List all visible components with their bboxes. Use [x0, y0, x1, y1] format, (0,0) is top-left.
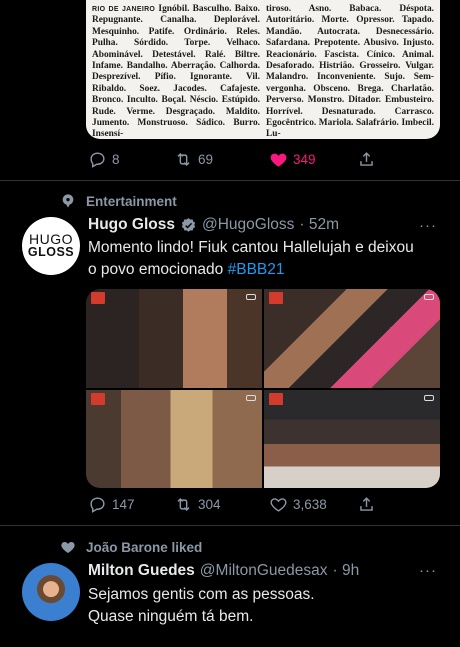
share-button[interactable]	[357, 150, 376, 169]
newspaper-lead: RIO DE JANEIRO	[92, 6, 156, 13]
divider	[0, 180, 460, 181]
tweet-time[interactable]: · 9h	[333, 562, 360, 580]
more-options-icon[interactable]: ···	[419, 562, 437, 579]
retweet-icon	[177, 497, 190, 512]
more-options-icon[interactable]: ···	[419, 217, 437, 234]
tweet-time[interactable]: · 52m	[299, 216, 339, 234]
like-button[interactable]: 3,638	[269, 495, 357, 514]
tweet3-text: Sejamos gentis com as pessoas. Quase nin…	[88, 584, 418, 628]
reply-count: 8	[112, 152, 120, 167]
share-icon	[360, 497, 373, 511]
tweet3-text-line2: Quase ninguém tá bem.	[88, 608, 254, 625]
newspaper-column-1: RIO DE JANEIRO Ignóbil. Basculho. Baixo.…	[92, 4, 260, 139]
tweet3-header: Milton Guedes @MiltonGuedesax · 9h	[88, 562, 359, 580]
tweet2-text: Momento lindo! Fiuk cantou Hallelujah e …	[88, 237, 418, 281]
channel-badge	[91, 292, 105, 304]
media-photo-1[interactable]	[86, 289, 262, 388]
channel-badge	[269, 392, 283, 405]
reply-button[interactable]: 8	[88, 150, 174, 169]
tweet3-text-line1: Sejamos gentis com as pessoas.	[88, 586, 315, 603]
author-name[interactable]: Hugo Gloss	[88, 216, 175, 234]
like-count: 3,638	[293, 497, 327, 512]
newspaper-image[interactable]: RIO DE JANEIRO Ignóbil. Basculho. Baixo.…	[86, 0, 440, 139]
channel-logo	[424, 294, 434, 300]
tweet2-context[interactable]: Entertainment	[60, 193, 177, 209]
retweet-button[interactable]: 69	[174, 150, 269, 169]
channel-logo	[424, 394, 434, 401]
like-count: 349	[293, 152, 316, 167]
topic-label: Entertainment	[86, 193, 177, 209]
author-handle[interactable]: @HugoGloss	[202, 216, 294, 234]
newspaper-column-2: tiroso. Asno. Babaca. Déspota. Autoritár…	[266, 4, 434, 139]
like-button[interactable]: 349	[269, 150, 357, 169]
heart-icon	[270, 498, 287, 512]
author-name[interactable]: Milton Guedes	[88, 562, 195, 580]
channel-logo	[246, 394, 256, 401]
tweet2-header: Hugo Gloss @HugoGloss · 52m	[88, 216, 339, 234]
reply-icon	[90, 152, 105, 168]
media-grid	[86, 289, 440, 488]
share-button[interactable]	[357, 495, 376, 514]
retweet-count: 69	[198, 152, 214, 167]
media-photo-2[interactable]	[264, 289, 440, 388]
avatar[interactable]	[22, 563, 80, 621]
hashtag-link[interactable]: #BBB21	[228, 261, 285, 278]
avatar[interactable]: HUGO GLOSS	[22, 217, 80, 275]
media-photo-3[interactable]	[86, 389, 262, 488]
newspaper-text-1: Ignóbil. Basculho. Baixo. Repugnante. Ca…	[92, 4, 260, 139]
verified-icon	[181, 217, 196, 232]
heart-filled-icon	[270, 153, 287, 167]
tweet3-context[interactable]: João Barone liked	[60, 539, 202, 555]
heart-filled-icon	[61, 542, 75, 553]
liked-by-label: João Barone liked	[86, 539, 203, 555]
avatar-text-line2: GLOSS	[27, 245, 75, 259]
retweet-button[interactable]: 304	[174, 495, 269, 514]
retweet-icon	[177, 152, 190, 167]
tweet2-actions: 147 304 3,638	[88, 495, 376, 514]
channel-logo	[246, 294, 256, 300]
reply-icon	[90, 497, 105, 513]
channel-badge	[269, 292, 283, 304]
topic-icon	[62, 194, 74, 208]
newspaper-text-2: tiroso. Asno. Babaca. Déspota. Autoritár…	[266, 4, 434, 139]
share-icon	[360, 152, 373, 166]
reply-button[interactable]: 147	[88, 495, 174, 514]
divider	[0, 525, 460, 526]
author-handle[interactable]: @MiltonGuedesax	[200, 562, 328, 580]
tweet1-actions: 8 69 349	[88, 150, 376, 169]
channel-badge	[91, 392, 105, 405]
media-photo-4[interactable]	[264, 389, 440, 488]
retweet-count: 304	[198, 497, 221, 512]
reply-count: 147	[112, 497, 135, 512]
